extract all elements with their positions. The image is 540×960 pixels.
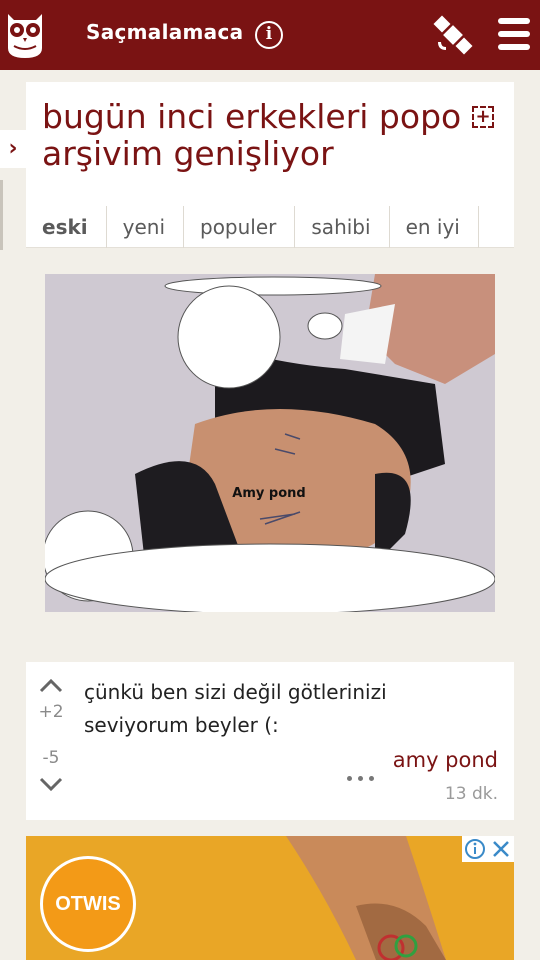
- downvote-count: -5: [42, 748, 60, 768]
- tab-yeni[interactable]: yeni: [107, 206, 184, 248]
- tab-en-iyi[interactable]: en iyi: [390, 206, 479, 248]
- follow-topic-button[interactable]: +: [472, 106, 494, 128]
- owl-logo-icon[interactable]: [4, 8, 46, 60]
- sort-tabs: eski yeni populer sahibi en iyi: [26, 206, 479, 248]
- entry-author[interactable]: amy pond: [393, 748, 498, 772]
- topic-header: bugün inci erkekleri popo arşivim genişl…: [26, 82, 514, 248]
- tab-populer[interactable]: populer: [184, 206, 296, 248]
- drawer-edge: [0, 180, 3, 250]
- entry-photo[interactable]: Amy pond: [45, 274, 495, 612]
- info-icon[interactable]: i: [255, 21, 283, 49]
- advertisement[interactable]: OTWIS: [26, 836, 514, 960]
- topic-title[interactable]: bugün inci erkekleri popo arşivim genişl…: [42, 98, 462, 172]
- top-bar: Saçmalamaca i: [0, 0, 540, 70]
- entry-time[interactable]: 13 dk.: [445, 784, 498, 804]
- chevron-right-icon[interactable]: ›: [0, 130, 26, 168]
- upvote-chevron-up-icon[interactable]: [38, 676, 64, 696]
- downvote-chevron-down-icon[interactable]: [38, 774, 64, 794]
- ad-choices-close-icon[interactable]: [462, 836, 514, 862]
- satellite-icon[interactable]: [432, 14, 474, 56]
- entry-card: +2 -5 çünkü ben sizi değil götlerinizi s…: [26, 662, 514, 820]
- site-name[interactable]: Saçmalamaca: [86, 20, 243, 44]
- more-options-icon[interactable]: [344, 766, 380, 781]
- upvote-count: +2: [38, 702, 64, 722]
- ad-brand-logo: OTWIS: [40, 856, 136, 952]
- tab-eski[interactable]: eski: [26, 206, 107, 248]
- hamburger-menu-icon[interactable]: [498, 18, 530, 52]
- tab-sahibi[interactable]: sahibi: [295, 206, 390, 248]
- image-caption: Amy pond: [232, 486, 305, 501]
- entry-text: çünkü ben sizi değil götlerinizi seviyor…: [84, 680, 387, 737]
